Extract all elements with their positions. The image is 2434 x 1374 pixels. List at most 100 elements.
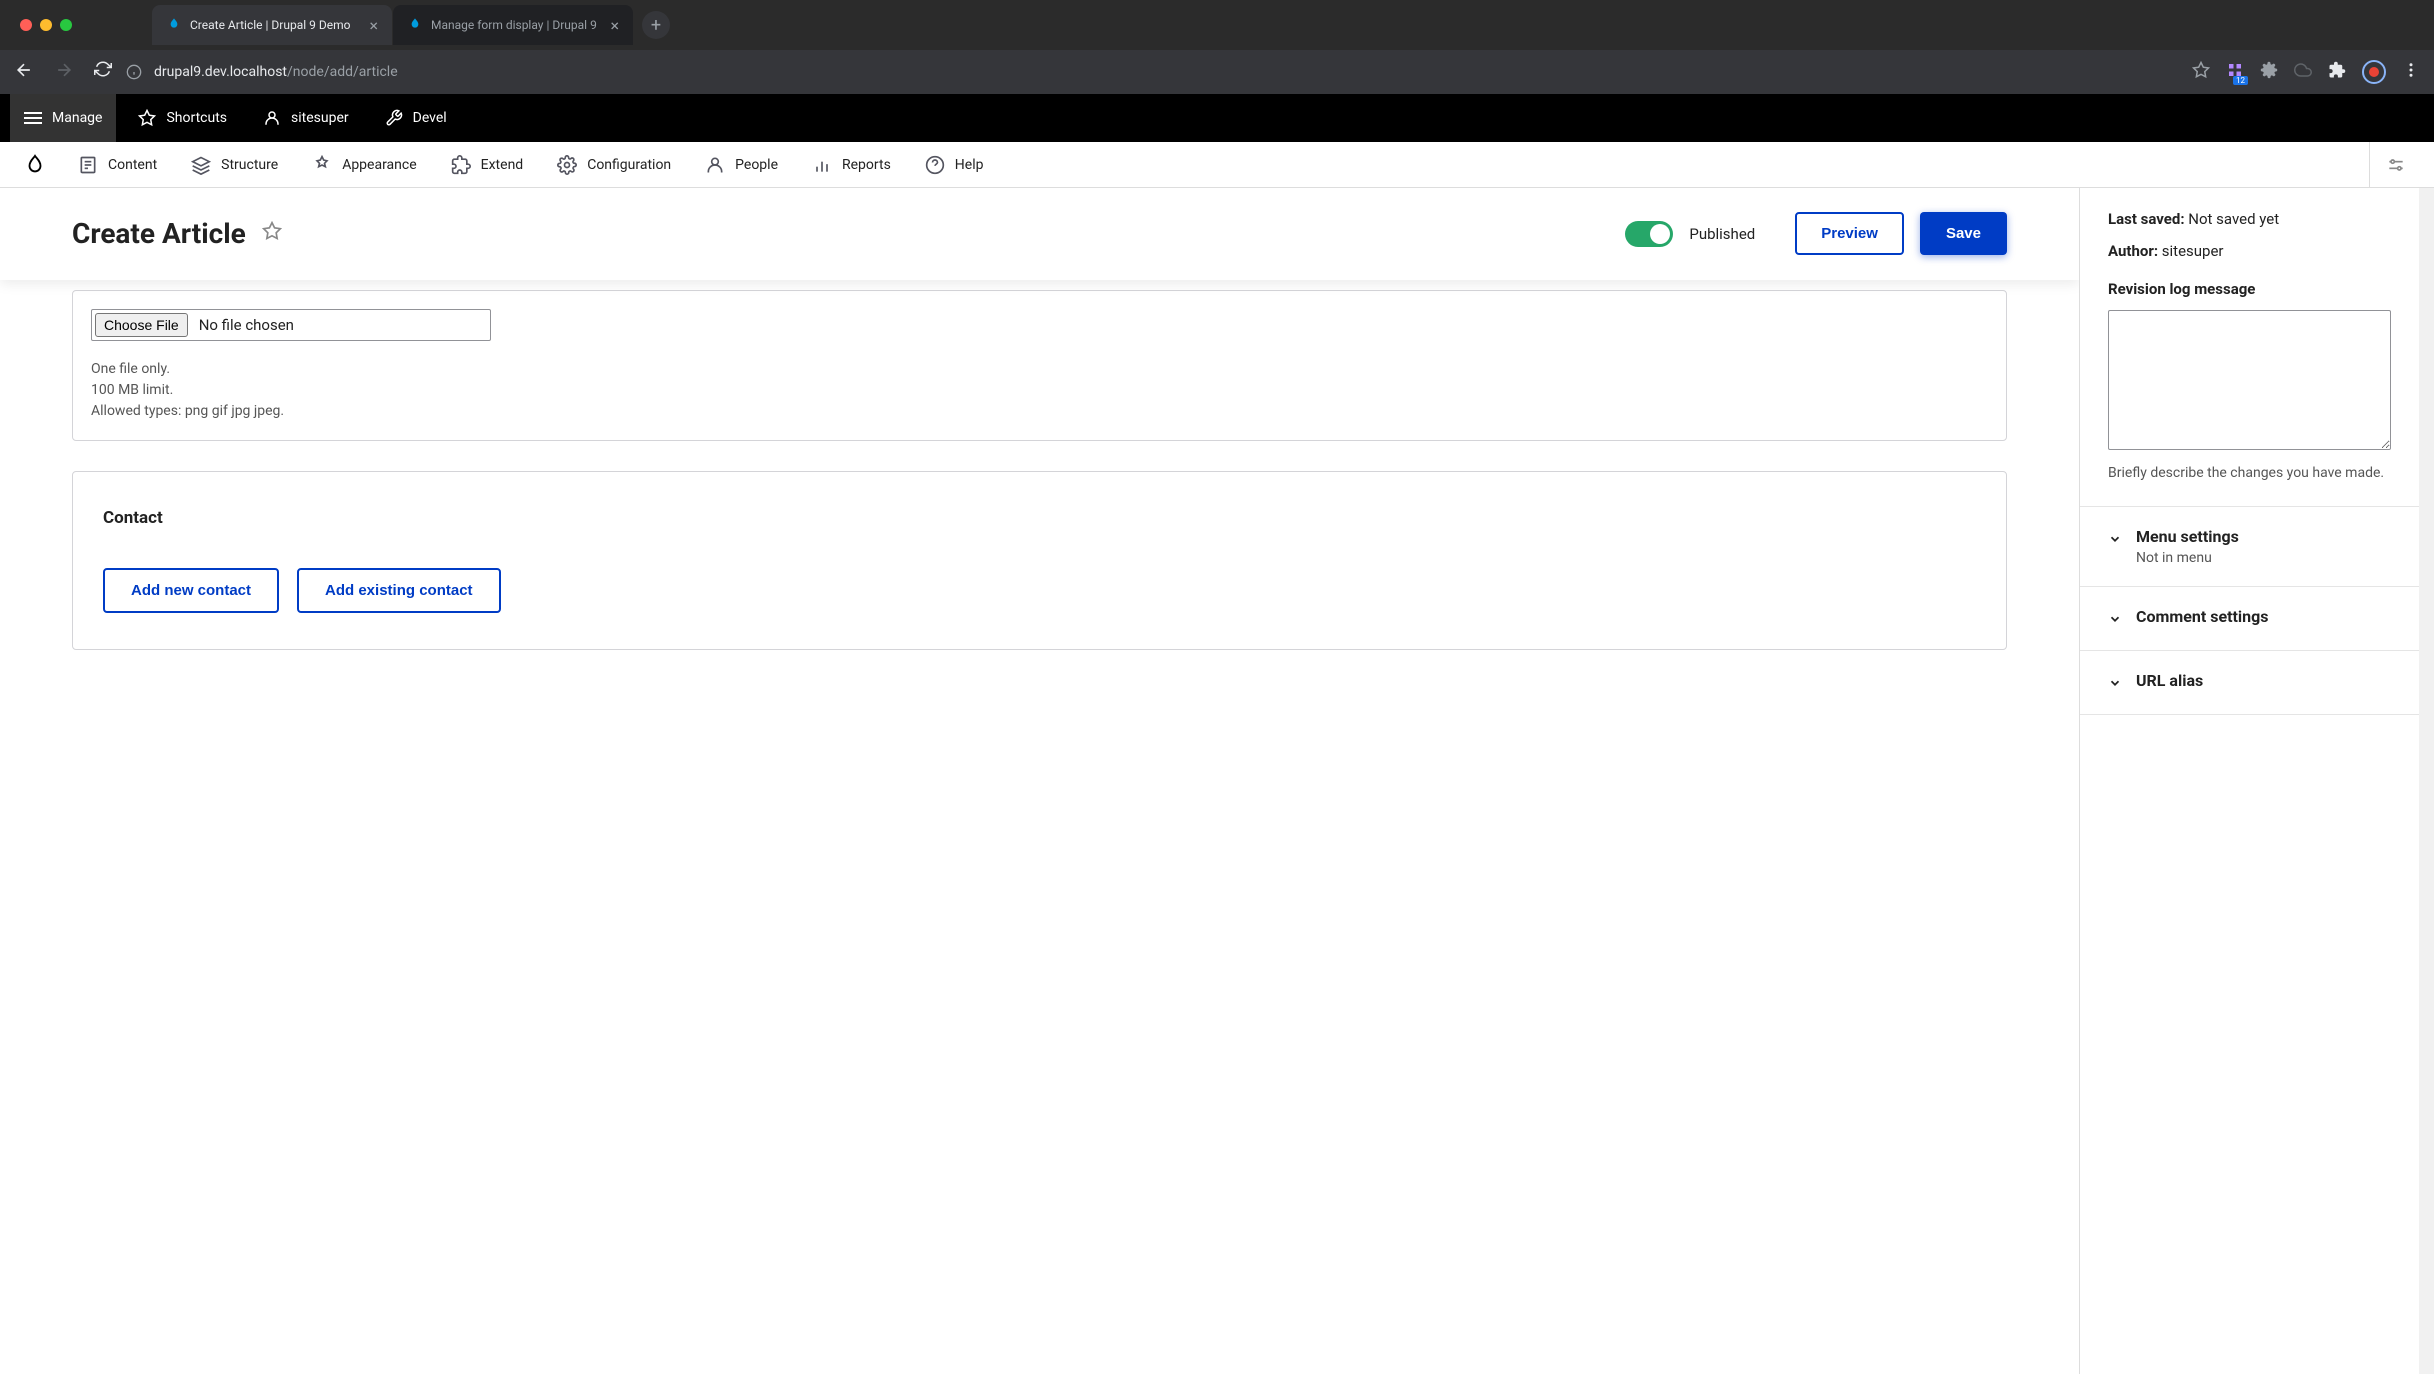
forward-button[interactable]: [54, 60, 74, 84]
star-icon: [138, 109, 156, 127]
add-new-contact-button[interactable]: Add new contact: [103, 568, 279, 613]
contact-buttons: Add new contact Add existing contact: [103, 568, 1976, 613]
revision-hint: Briefly describe the changes you have ma…: [2108, 464, 2391, 484]
content-icon: [78, 155, 98, 175]
page-header: Create Article Published Preview Save: [0, 188, 2079, 280]
content-area: Create Article Published Preview Save Ch…: [0, 188, 2434, 1374]
content-menu[interactable]: Content: [64, 142, 171, 187]
contact-section: Contact Add new contact Add existing con…: [72, 471, 2007, 650]
published-toggle[interactable]: [1625, 221, 1673, 247]
devel-label: Devel: [413, 110, 447, 126]
drupal-drop-icon[interactable]: [24, 154, 46, 176]
scrollbar[interactable]: [2419, 188, 2434, 1374]
people-menu[interactable]: People: [691, 142, 792, 187]
people-icon: [705, 155, 725, 175]
new-tab-button[interactable]: +: [642, 11, 670, 39]
file-upload-card: Choose File No file chosen One file only…: [72, 290, 2007, 441]
browser-tab-active[interactable]: Create Article | Drupal 9 Demo ×: [152, 5, 392, 45]
structure-label: Structure: [221, 157, 278, 173]
hamburger-icon: [24, 112, 42, 124]
user-label: sitesuper: [291, 110, 349, 126]
comment-settings-accordion[interactable]: Comment settings: [2080, 587, 2419, 651]
extend-menu[interactable]: Extend: [437, 142, 538, 187]
accordion-title: Menu settings: [2136, 527, 2239, 546]
shortcuts-label: Shortcuts: [166, 110, 227, 126]
nav-arrows: [14, 60, 112, 84]
configuration-label: Configuration: [587, 157, 671, 173]
file-hint-line: 100 MB limit.: [91, 380, 1988, 401]
url-text: drupal9.dev.localhost/node/add/article: [154, 64, 398, 80]
file-hints: One file only. 100 MB limit. Allowed typ…: [91, 359, 1988, 422]
add-to-shortcuts-button[interactable]: [262, 221, 282, 246]
save-button[interactable]: Save: [1920, 212, 2007, 255]
structure-menu[interactable]: Structure: [177, 142, 292, 187]
shortcuts-menu[interactable]: Shortcuts: [124, 94, 241, 142]
extension-gear-icon[interactable]: [2260, 61, 2278, 83]
main-panel: Create Article Published Preview Save Ch…: [0, 188, 2079, 1374]
wrench-icon: [385, 109, 403, 127]
revision-log-textarea[interactable]: [2108, 310, 2391, 450]
drupal-toolbar-primary: Manage Shortcuts sitesuper Devel: [0, 94, 2434, 142]
file-hint-line: Allowed types: png gif jpg jpeg.: [91, 401, 1988, 422]
devel-menu[interactable]: Devel: [371, 94, 461, 142]
appearance-menu[interactable]: Appearance: [298, 142, 430, 187]
traffic-light-zoom[interactable]: [60, 19, 72, 31]
url-alias-accordion[interactable]: URL alias: [2080, 651, 2419, 715]
people-label: People: [735, 157, 778, 173]
help-menu[interactable]: Help: [911, 142, 998, 187]
info-icon: [126, 64, 142, 80]
extend-label: Extend: [481, 157, 524, 173]
extension-cloud-icon[interactable]: [2294, 61, 2312, 83]
browser-tabs: Create Article | Drupal 9 Demo × Manage …: [152, 5, 2414, 45]
preview-button[interactable]: Preview: [1795, 212, 1904, 255]
sliders-icon: [2386, 155, 2406, 175]
url-bar[interactable]: drupal9.dev.localhost/node/add/article: [126, 64, 2178, 80]
traffic-light-close[interactable]: [20, 19, 32, 31]
extensions-puzzle-icon[interactable]: [2328, 61, 2346, 83]
appearance-label: Appearance: [342, 157, 416, 173]
traffic-light-minimize[interactable]: [40, 19, 52, 31]
file-hint-line: One file only.: [91, 359, 1988, 380]
content-label: Content: [108, 157, 157, 173]
extend-icon: [451, 155, 471, 175]
browser-menu-icon[interactable]: [2402, 61, 2420, 83]
menu-settings-accordion[interactable]: Menu settings Not in menu: [2080, 507, 2419, 587]
file-input[interactable]: Choose File No file chosen: [91, 309, 491, 341]
extension-icon[interactable]: 12: [2226, 61, 2244, 83]
configuration-icon: [557, 155, 577, 175]
chevron-down-icon: [2108, 675, 2122, 694]
back-button[interactable]: [14, 60, 34, 84]
add-existing-contact-button[interactable]: Add existing contact: [297, 568, 501, 613]
window-chrome: Create Article | Drupal 9 Demo × Manage …: [0, 0, 2434, 50]
structure-icon: [191, 155, 211, 175]
accordion-title: Comment settings: [2136, 607, 2268, 626]
help-label: Help: [955, 157, 984, 173]
accordion-title: URL alias: [2136, 671, 2203, 690]
chevron-down-icon: [2108, 611, 2122, 630]
no-file-text: No file chosen: [191, 316, 302, 334]
revision-log-label: Revision log message: [2108, 280, 2391, 298]
tab-title: Manage form display | Drupal 9: [431, 18, 602, 32]
drupal-favicon-icon: [407, 17, 423, 33]
published-label: Published: [1689, 225, 1755, 243]
traffic-lights: [20, 19, 72, 31]
configuration-menu[interactable]: Configuration: [543, 142, 685, 187]
tab-close-icon[interactable]: ×: [369, 16, 378, 35]
appearance-icon: [312, 155, 332, 175]
reports-menu[interactable]: Reports: [798, 142, 905, 187]
manage-menu[interactable]: Manage: [10, 94, 116, 142]
sidebar-meta-section: Last saved: Not saved yet Author: sitesu…: [2080, 188, 2419, 507]
browser-tab-inactive[interactable]: Manage form display | Drupal 9 ×: [393, 5, 633, 45]
reload-button[interactable]: [94, 60, 112, 84]
page-title: Create Article: [72, 217, 246, 250]
extension-count-badge: 12: [2233, 76, 2248, 85]
profile-avatar[interactable]: [2362, 60, 2386, 84]
tab-close-icon[interactable]: ×: [610, 16, 619, 35]
reports-label: Reports: [842, 157, 891, 173]
choose-file-button[interactable]: Choose File: [95, 313, 188, 337]
user-menu[interactable]: sitesuper: [249, 94, 363, 142]
user-icon: [263, 109, 281, 127]
toolbar-orientation-toggle[interactable]: [2369, 142, 2422, 187]
bookmark-star-icon[interactable]: [2192, 61, 2210, 83]
form-content: Choose File No file chosen One file only…: [0, 280, 2079, 1374]
